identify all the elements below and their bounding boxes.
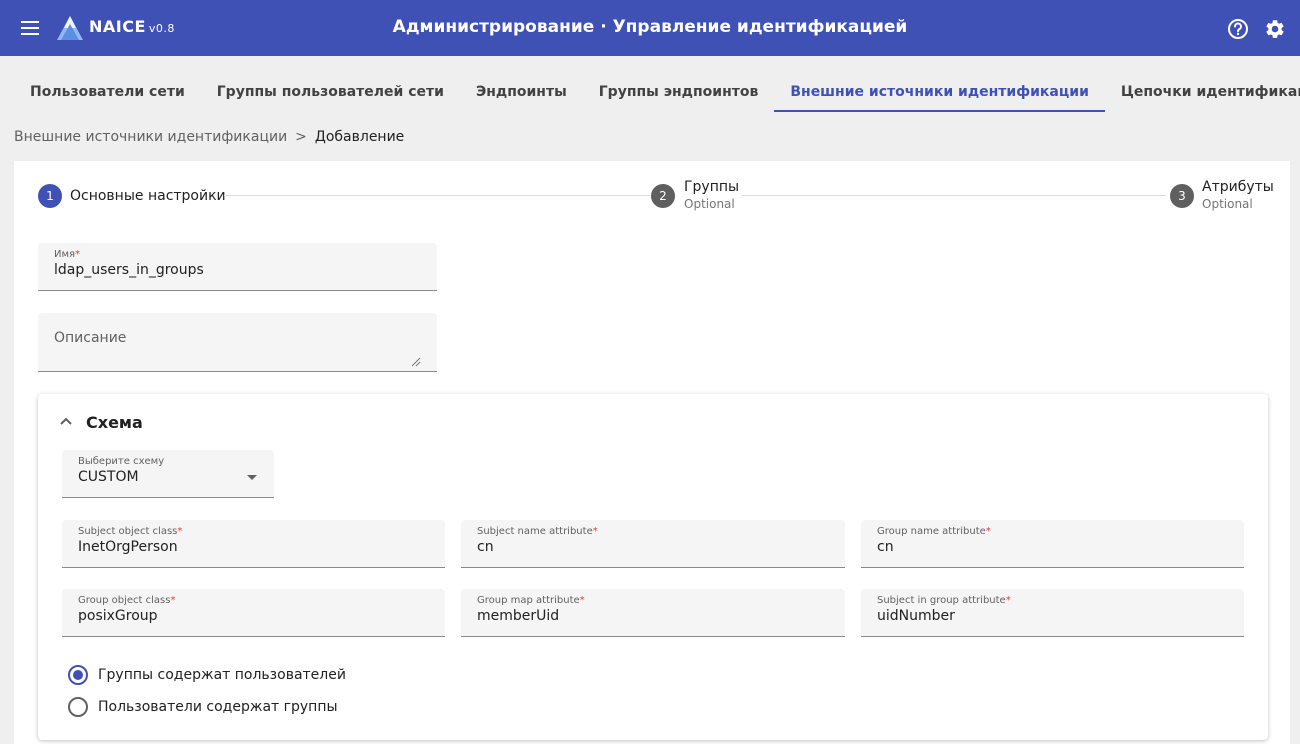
- radio-users-contain-groups-label: Пользователи содержат группы: [98, 699, 338, 715]
- step-3-label[interactable]: Атрибуты: [1202, 179, 1274, 195]
- group-map-attribute-label: Group map attribute*: [477, 595, 585, 606]
- description-field[interactable]: Описание: [38, 313, 437, 372]
- step-1-number[interactable]: 1: [38, 184, 62, 208]
- tab-external-identity-sources[interactable]: Внешние источники идентификации: [774, 70, 1105, 112]
- step-connector: [742, 195, 1166, 196]
- schema-panel: Схема Выберите схему CUSTOM Subject obje…: [38, 394, 1268, 740]
- stepper: 1 Основные настройки 2 Группы Optional 3…: [14, 161, 1290, 221]
- schema-select-value: CUSTOM: [78, 469, 139, 485]
- step-connector: [224, 195, 650, 196]
- radio-groups-contain-users-label: Группы содержат пользователей: [98, 667, 346, 683]
- resize-handle-icon[interactable]: [411, 357, 421, 367]
- gear-icon[interactable]: [1264, 18, 1286, 40]
- caret-down-icon: [247, 475, 257, 480]
- step-2-label[interactable]: Группы: [684, 179, 739, 195]
- breadcrumb-parent[interactable]: Внешние источники идентификации: [14, 129, 287, 145]
- breadcrumb-current: Добавление: [314, 129, 405, 145]
- tab-endpoints[interactable]: Эндпоинты: [460, 70, 583, 112]
- schema-title: Схема: [86, 413, 143, 432]
- subject-name-attribute-input[interactable]: cn: [477, 539, 494, 555]
- radio-groups-contain-users[interactable]: Группы содержат пользователей: [68, 665, 346, 685]
- group-name-attribute-input[interactable]: cn: [877, 539, 894, 555]
- step-3-optional: Optional: [1202, 197, 1253, 211]
- breadcrumb: Внешние источники идентификации > Добавл…: [14, 129, 404, 145]
- group-name-attribute-field[interactable]: Group name attribute* cn: [861, 520, 1244, 568]
- app-toolbar: NAICE v0.8 Администрирование · Управление…: [0, 0, 1300, 56]
- tab-identity-chains[interactable]: Цепочки идентификаций: [1105, 70, 1300, 112]
- breadcrumb-separator: >: [295, 129, 307, 145]
- tab-network-user-groups[interactable]: Группы пользователей сети: [201, 70, 460, 112]
- group-object-class-label: Group object class*: [78, 595, 176, 606]
- tab-network-users[interactable]: Пользователи сети: [14, 70, 201, 112]
- group-name-attribute-label: Group name attribute*: [877, 526, 991, 537]
- name-field[interactable]: Имя* ldap_users_in_groups: [38, 243, 437, 291]
- step-1-label[interactable]: Основные настройки: [70, 188, 226, 204]
- subject-name-attribute-field[interactable]: Subject name attribute* cn: [461, 520, 845, 568]
- description-placeholder: Описание: [54, 330, 127, 346]
- chevron-up-icon: [60, 417, 72, 425]
- page-title: Администрирование · Управление идентифик…: [392, 17, 908, 37]
- name-field-label: Имя*: [54, 249, 81, 260]
- radio-button-checked[interactable]: [68, 665, 88, 685]
- step-2-number[interactable]: 2: [651, 184, 675, 208]
- radio-button-unchecked[interactable]: [68, 697, 88, 717]
- group-object-class-input[interactable]: posixGroup: [78, 608, 158, 624]
- group-object-class-field[interactable]: Group object class* posixGroup: [62, 589, 445, 637]
- subject-in-group-attribute-input[interactable]: uidNumber: [877, 608, 955, 624]
- group-map-attribute-field[interactable]: Group map attribute* memberUid: [461, 589, 845, 637]
- tab-endpoint-groups[interactable]: Группы эндпоинтов: [583, 70, 775, 112]
- schema-select-label: Выберите схему: [78, 456, 165, 467]
- step-3-number[interactable]: 3: [1170, 184, 1194, 208]
- form-card: 1 Основные настройки 2 Группы Optional 3…: [14, 161, 1290, 744]
- subject-object-class-field[interactable]: Subject object class* InetOrgPerson: [62, 520, 445, 568]
- name-input[interactable]: ldap_users_in_groups: [54, 262, 204, 278]
- schema-select[interactable]: Выберите схему CUSTOM: [62, 450, 274, 498]
- subject-in-group-attribute-label: Subject in group attribute*: [877, 595, 1011, 606]
- subject-name-attribute-label: Subject name attribute*: [477, 526, 598, 537]
- radio-users-contain-groups[interactable]: Пользователи содержат группы: [68, 697, 338, 717]
- step-2-optional: Optional: [684, 197, 735, 211]
- schema-panel-header[interactable]: Схема: [38, 394, 1268, 450]
- subject-in-group-attribute-field[interactable]: Subject in group attribute* uidNumber: [861, 589, 1244, 637]
- group-map-attribute-input[interactable]: memberUid: [477, 608, 559, 624]
- subject-object-class-input[interactable]: InetOrgPerson: [78, 539, 178, 555]
- subject-object-class-label: Subject object class*: [78, 526, 183, 537]
- help-circle-icon[interactable]: [1227, 18, 1249, 40]
- identity-tabs: Пользователи сети Группы пользователей с…: [14, 70, 1300, 112]
